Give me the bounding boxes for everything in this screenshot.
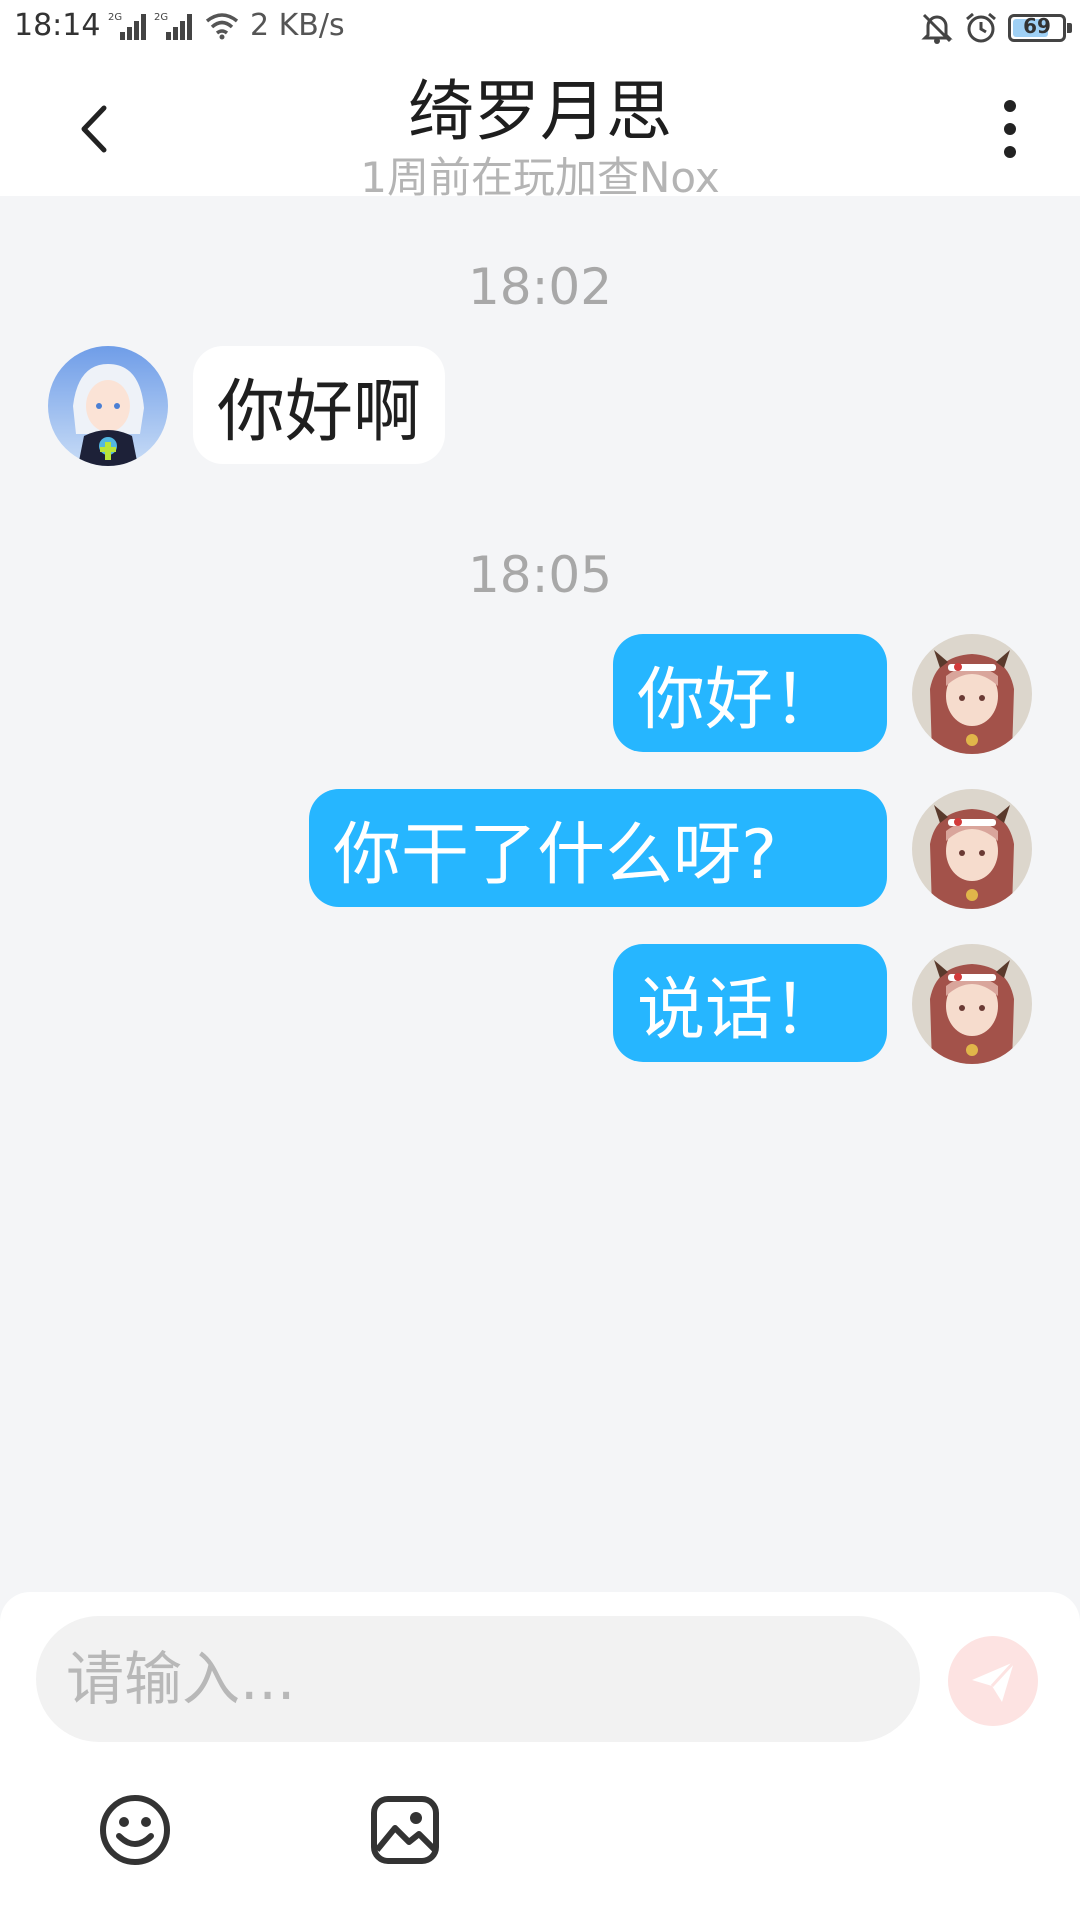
signal-label-2: 2G [154, 12, 168, 23]
user-avatar[interactable] [912, 634, 1032, 754]
contact-activity-status: 1周前在玩加查Nox [360, 153, 720, 202]
cellular-signal-icon: 2G [108, 12, 146, 40]
cellular-signal-icon-2: 2G [154, 12, 192, 40]
battery-icon: 69 [1008, 14, 1072, 42]
wifi-icon [205, 13, 239, 40]
signal-label: 2G [108, 12, 122, 23]
smiley-icon[interactable] [97, 1792, 173, 1868]
composer-panel [0, 1592, 1080, 1920]
alarm-clock-icon [966, 12, 996, 43]
paper-plane-icon [972, 1660, 1016, 1702]
mute-bell-icon [921, 13, 953, 44]
contact-avatar[interactable] [48, 346, 168, 466]
outgoing-message-bubble[interactable]: 你好！ [613, 634, 887, 752]
contact-name: 绮罗月思 [408, 73, 672, 150]
status-bar: 18:14 2G 2G 2 KB/s 69 [0, 0, 1080, 54]
network-speed: 2 KB/s [250, 8, 345, 43]
user-avatar[interactable] [912, 789, 1032, 909]
user-avatar[interactable] [912, 944, 1032, 1064]
outgoing-message-bubble[interactable]: 说话！ [613, 944, 887, 1062]
send-button[interactable] [948, 1636, 1038, 1726]
status-time: 18:14 [14, 8, 101, 43]
timestamp-label: 18:05 [467, 546, 613, 604]
battery-level: 69 [1023, 14, 1051, 38]
chat-header: 绮罗月思 1周前在玩加查Nox [0, 54, 1080, 202]
timestamp-label: 18:02 [467, 258, 613, 316]
outgoing-message-bubble[interactable]: 你干了什么呀? [309, 789, 887, 907]
status-right-group: 69 [920, 8, 1072, 48]
incoming-message-bubble[interactable]: 你好啊 [193, 346, 446, 464]
message-input[interactable] [36, 1616, 920, 1742]
more-vertical-icon[interactable] [990, 94, 1030, 164]
image-icon[interactable] [367, 1792, 443, 1868]
